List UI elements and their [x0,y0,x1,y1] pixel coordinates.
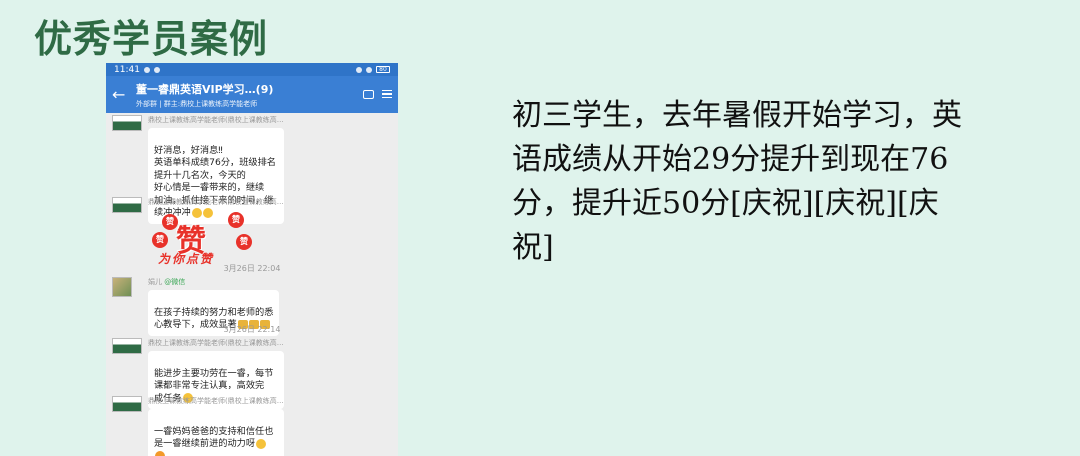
chat-subtitle: 外部群 | 群主:鼎校上课教练高学能老师 [136,99,258,108]
status-time: 11:41 [114,64,140,75]
chat-title: 董一睿鼎英语VIP学习…(9) [136,82,274,96]
wechat-tag: @微信 [164,278,186,286]
avatar[interactable] [112,277,132,297]
sticker-badge: 赞 [152,232,168,248]
sender-name: 鼎校上课教练高学能老师(鼎校上课教练高… [148,339,284,347]
notification-icon [143,66,150,73]
wifi-icon [366,66,372,73]
video-call-icon[interactable] [363,90,374,99]
avatar[interactable] [112,197,142,213]
battery-icon: 80 [376,66,390,73]
message-5: 鼎校上课教练高学能老师(鼎校上课教练高… 一睿妈妈爸爸的支持和信任也 是一睿继续… [112,396,284,456]
sun-emoji-icon [155,451,165,456]
timestamp: 3月26日 22:14 [223,325,281,334]
phone-screenshot: 11:41 80 ← 董一睿鼎英语VIP学习…(9) 外部群 | 群主:鼎校上课… [106,63,398,456]
like-sticker[interactable]: 赞 赞 赞 赞 赞 为你点赞 [148,212,258,266]
smile-emoji-icon [256,438,267,449]
avatar[interactable] [112,338,142,354]
avatar[interactable] [112,115,142,131]
status-bar: 11:41 80 [106,63,398,76]
chat-header: ← 董一睿鼎英语VIP学习…(9) 外部群 | 群主:鼎校上课教练高学能老师 [106,76,398,113]
sender-name-text: 娟儿 [148,278,162,286]
sender-name: 鼎校上课教练高学能老师(鼎校上课教练高… [148,116,284,124]
message-bubble[interactable]: 一睿妈妈爸爸的支持和信任也 是一睿继续前进的动力呀 [148,409,284,456]
sticker-badge: 赞 [236,234,252,250]
back-arrow-icon[interactable]: ← [112,85,130,104]
sticker-badge: 赞 [228,212,244,228]
sender-name: 鼎校上课教练高学能老师(鼎校上课教练高… [148,198,284,206]
notification-icon [153,66,160,73]
case-description: 初三学生，去年暑假开始学习，英语成绩从开始29分提升到现在76分，提升近50分[… [512,98,962,265]
message-2: 鼎校上课教练高学能老师(鼎校上课教练高… 赞 赞 赞 赞 赞 为你点赞 [112,197,284,266]
sender-name: 鼎校上课教练高学能老师(鼎校上课教练高… [148,397,284,405]
timestamp: 3月26日 22:04 [223,264,281,273]
menu-icon[interactable] [382,89,392,100]
signal-icon [356,66,362,73]
avatar[interactable] [112,396,142,412]
slide-title: 优秀学员案例 [34,17,269,61]
sender-name: 娟儿 @微信 [148,277,279,287]
